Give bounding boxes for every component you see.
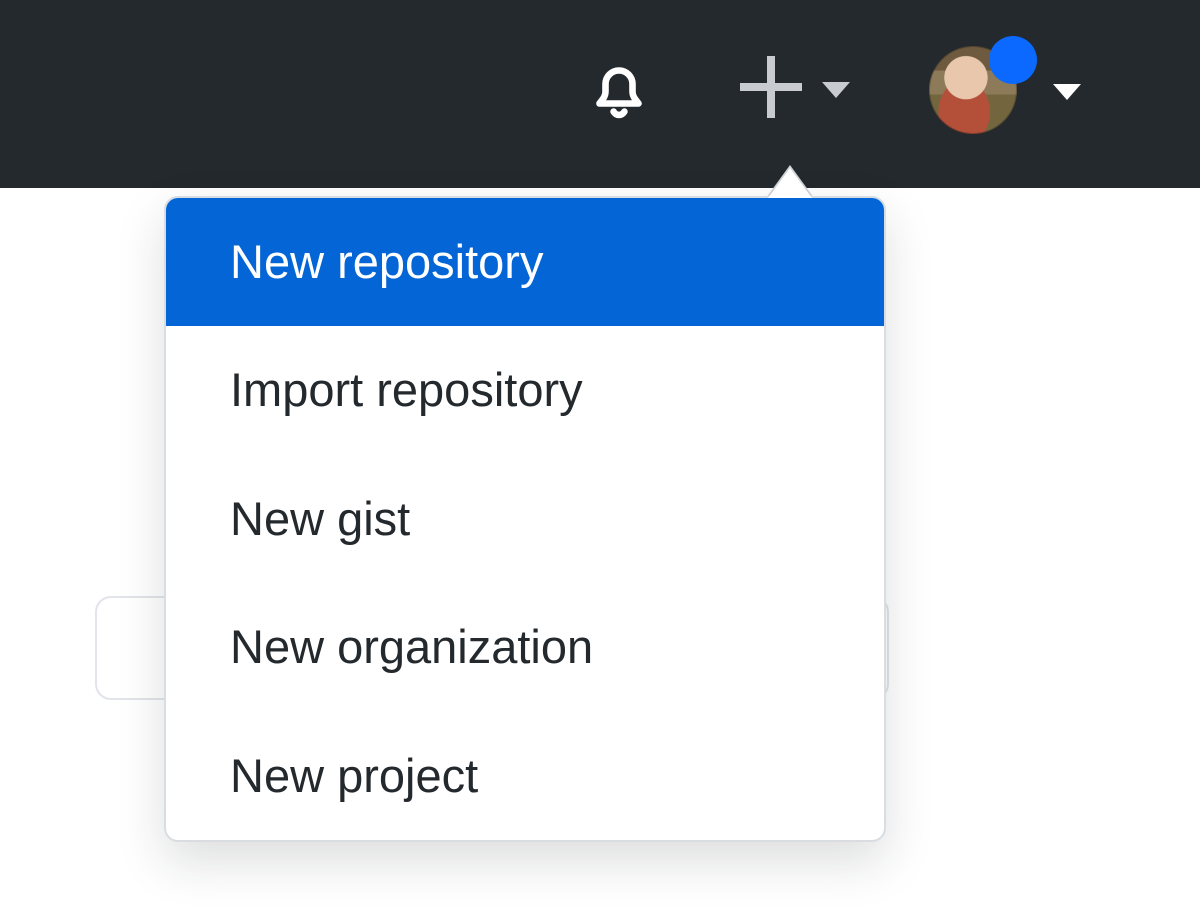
menu-item-import-repository[interactable]: Import repository bbox=[166, 326, 884, 454]
caret-down-icon bbox=[822, 82, 850, 98]
create-menu: New repository Import repository New gis… bbox=[164, 196, 886, 842]
menu-pointer bbox=[768, 168, 812, 198]
user-menu-button[interactable] bbox=[929, 46, 1109, 136]
menu-item-new-project[interactable]: New project bbox=[166, 712, 884, 840]
notifications-button[interactable] bbox=[583, 54, 655, 126]
menu-item-new-gist[interactable]: New gist bbox=[166, 455, 884, 583]
bell-icon bbox=[583, 54, 655, 126]
caret-down-icon bbox=[1053, 84, 1081, 100]
status-dot-icon bbox=[989, 36, 1037, 84]
menu-item-new-repository[interactable]: New repository bbox=[166, 198, 884, 326]
create-menu-button[interactable] bbox=[740, 50, 860, 130]
top-header bbox=[0, 0, 1200, 188]
menu-item-new-organization[interactable]: New organization bbox=[166, 583, 884, 711]
plus-icon bbox=[740, 56, 802, 118]
